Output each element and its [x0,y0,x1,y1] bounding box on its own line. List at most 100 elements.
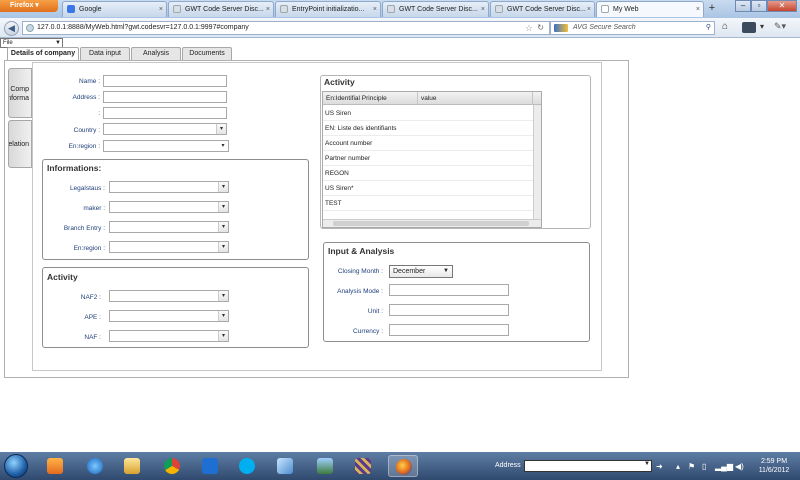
currency-input[interactable] [389,324,509,336]
address-line2-input[interactable] [103,107,227,119]
chevron-down-icon: ▾ [216,124,226,134]
skype-taskbar-button[interactable] [232,455,262,477]
chrome-taskbar-button[interactable] [157,455,187,477]
naf-label: NAF : [84,334,101,341]
grid-column-header[interactable]: En:Identifial Principle [323,92,418,105]
volume-icon[interactable]: ◀) [735,462,744,471]
game-icon [355,458,371,474]
dropdown-chevron-down-icon[interactable]: ▾ [760,22,764,31]
bookmark-star-icon[interactable]: ☆ [525,22,533,34]
search-icon[interactable]: ⚲ [706,22,711,34]
naf-select[interactable]: ▾ [109,330,229,342]
branch-entry-select[interactable]: ▾ [109,221,229,233]
tab-details-of-company[interactable]: Details of company [7,47,79,61]
close-tab-icon[interactable]: × [159,2,163,17]
maker-select[interactable]: ▾ [109,201,229,213]
browser-tab-entrypoint[interactable]: EntryPoint initializatio... × [275,1,381,17]
taskbar-address-input[interactable]: ▼ [524,460,652,472]
reload-icon[interactable]: ↻ [537,22,544,34]
close-tab-icon[interactable]: × [266,2,270,17]
close-window-button[interactable]: ✕ [767,0,797,12]
chevron-down-icon[interactable]: ▼ [644,461,650,467]
search-placeholder: AVG Secure Search [573,24,636,31]
tab-documents[interactable]: Documents [182,47,232,60]
browser-tab-label: Google [79,6,102,13]
browser-tab-label: GWT Code Server Disc... [185,6,264,13]
grid-row[interactable]: EN: Liste des identifiants [323,121,533,136]
app-taskbar-button[interactable] [270,455,300,477]
close-tab-icon[interactable]: × [587,2,591,17]
minimize-window-button[interactable]: – [735,0,751,12]
name-input[interactable] [103,75,227,87]
chevron-down-icon: ▾ [218,202,228,212]
game-taskbar-button[interactable] [348,455,378,477]
enregion-select[interactable]: ▾ [103,140,229,152]
browser-tab-gwt-1[interactable]: GWT Code Server Disc... × [168,1,274,17]
grid-row[interactable]: TEST [323,196,533,211]
country-select[interactable]: ▾ [103,123,227,135]
chevron-down-icon: ▼ [55,40,61,46]
device-icon[interactable]: ▯ [702,462,706,471]
address-input[interactable] [103,91,227,103]
grid-column-header[interactable]: value [418,92,533,105]
firefox-menu-label: Firefox [10,2,34,9]
browser-tab-gwt-3[interactable]: GWT Code Server Disc... × [490,1,595,17]
new-tab-button[interactable]: + [705,3,719,15]
home-icon[interactable]: ⌂ [722,21,728,32]
grid-row[interactable]: US Siren [323,106,533,121]
analysis-mode-label: Analysis Mode : [337,288,383,295]
back-arrow-icon[interactable]: ◀ [4,21,19,36]
tab-data-input[interactable]: Data input [80,47,130,60]
close-tab-icon[interactable]: × [481,2,485,17]
side-tab-relation[interactable]: Relation [8,120,32,168]
file-dropdown-value: File [3,40,13,46]
taskbar-clock[interactable]: 2:59 PM 11/6/2012 [750,457,798,475]
scrollbar-thumb[interactable] [333,221,529,226]
firefox-menu-button[interactable]: Firefox ▾ [0,0,58,12]
unit-input[interactable] [389,304,509,316]
browser-tab-google[interactable]: Google × [62,1,167,17]
photo-viewer-taskbar-button[interactable] [310,455,340,477]
close-tab-icon[interactable]: × [696,2,700,17]
browser-tab-gwt-2[interactable]: GWT Code Server Disc... × [382,1,489,17]
grid-row[interactable]: Account number [323,136,533,151]
legalstaus-select[interactable]: ▾ [109,181,229,193]
explorer-taskbar-button[interactable] [117,455,147,477]
grid-row[interactable]: US Siren* [323,181,533,196]
go-arrow-icon[interactable]: ➜ [656,462,663,471]
skype-icon [239,458,255,474]
browser-tab-label: GWT Code Server Disc... [507,6,586,13]
show-hidden-icons-icon[interactable]: ▴ [676,462,680,471]
network-icon[interactable]: ▂▄▆ [715,462,733,471]
analysis-mode-input[interactable] [389,284,509,296]
side-tab-label: Relation [8,141,29,148]
address-label: Address : [72,94,100,101]
grid-row[interactable]: REGON [323,166,533,181]
start-button-icon[interactable] [4,454,28,478]
maximize-window-button[interactable]: ▫ [751,0,767,12]
teamviewer-taskbar-button[interactable] [195,455,225,477]
action-center-flag-icon[interactable]: ⚑ [688,462,695,471]
grid-row[interactable]: Partner number [323,151,533,166]
internet-explorer-taskbar-button[interactable] [80,455,110,477]
media-player-taskbar-button[interactable] [40,455,70,477]
naf2-select[interactable]: ▾ [109,290,229,302]
address-bar[interactable]: 127.0.0.1:8888/MyWeb.html?gwt.codesvr=12… [22,21,550,35]
info-enregion-select[interactable]: ▾ [109,241,229,253]
search-box[interactable]: AVG Secure Search ⚲ [550,21,715,35]
toolbar-addon-icon[interactable] [742,22,756,33]
side-tab-company-information[interactable]: Comp Informa [8,68,32,118]
browser-tab-myweb[interactable]: My Web × [596,1,704,17]
addon-menu-icon[interactable]: ✎▾ [774,21,786,32]
ape-label: APE : [84,314,101,321]
grid-horizontal-scrollbar[interactable] [323,219,541,227]
firefox-taskbar-button[interactable] [388,455,418,477]
tab-analysis[interactable]: Analysis [131,47,181,60]
ape-select[interactable]: ▾ [109,310,229,322]
chevron-down-icon: ▼ [443,268,449,274]
closing-month-select[interactable]: December ▼ [389,265,453,278]
page-favicon-icon [601,5,609,13]
firefox-icon [396,459,412,475]
close-tab-icon[interactable]: × [373,2,377,17]
grid-vertical-scrollbar[interactable] [533,105,541,219]
